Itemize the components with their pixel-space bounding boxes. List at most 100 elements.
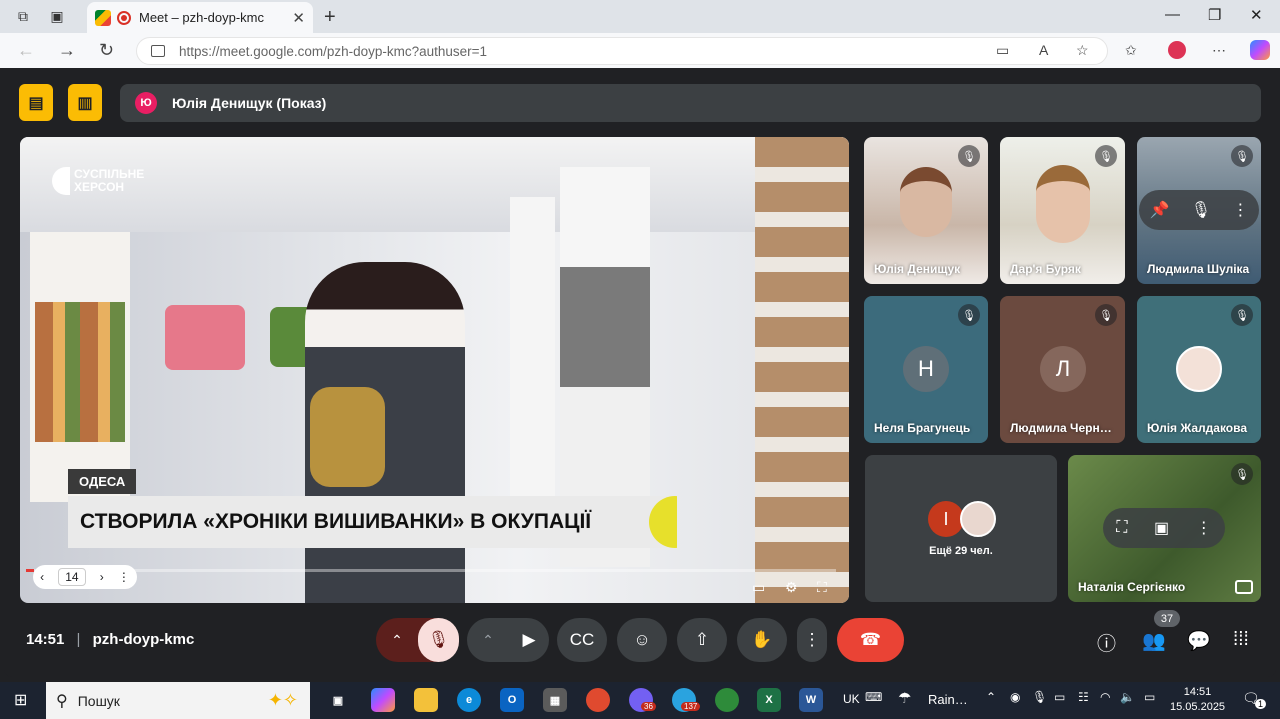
more-participants-tile[interactable]: І Ещё 29 чел.	[865, 455, 1057, 602]
mic-off-button[interactable]: 🎙	[418, 618, 459, 662]
camera-indicator-icon[interactable]: ▭	[996, 42, 1009, 59]
banner-1	[510, 197, 555, 527]
raise-hand-button[interactable]: ✋	[737, 618, 787, 662]
close-tab-icon[interactable]: ✕	[292, 9, 305, 27]
page-number[interactable]: 14	[58, 568, 86, 586]
file-explorer-icon[interactable]	[414, 688, 438, 712]
pip-icon[interactable]	[1235, 580, 1253, 594]
settings-icon[interactable]: ⚙	[785, 579, 798, 596]
edge-icon[interactable]: e	[457, 688, 481, 712]
pin-icon[interactable]: ▣	[1154, 518, 1169, 538]
more-vert-icon[interactable]: ⋮	[1196, 518, 1212, 538]
network-icon[interactable]: ☷	[1078, 690, 1089, 704]
read-aloud-icon[interactable]: A	[1039, 42, 1048, 58]
favorites-icon[interactable]: ✩	[1125, 42, 1137, 59]
workspaces-icon[interactable]: ⧉	[12, 6, 34, 28]
copilot-app-icon[interactable]	[371, 688, 395, 712]
participant-video	[1036, 165, 1090, 243]
word-icon[interactable]: W	[799, 688, 823, 712]
taskbar-search[interactable]: ⚲ Пошук ✦✧	[46, 682, 310, 719]
weather-text[interactable]: Rain…	[928, 692, 968, 707]
leave-call-button[interactable]: ☎	[837, 618, 904, 662]
participant-name: Юлія Жалдакова	[1147, 421, 1248, 435]
more-options-button[interactable]: ⋮	[797, 618, 827, 662]
taskbar-clock[interactable]: 14:51 15.05.2025	[1170, 685, 1225, 715]
weather-icon[interactable]: ☂	[898, 689, 911, 707]
participant-tile[interactable]: Л 🎙 Людмила Черн…	[1000, 296, 1125, 443]
back-button[interactable]: ←	[17, 40, 35, 61]
close-window-button[interactable]: ✕	[1250, 6, 1263, 24]
language-indicator[interactable]: UK	[843, 692, 860, 706]
video-progress[interactable]	[26, 569, 836, 572]
profile-avatar[interactable]	[1168, 41, 1186, 59]
captions-button[interactable]: CC	[557, 618, 607, 662]
copilot-icon[interactable]	[1250, 40, 1270, 60]
logo-line1: СУСПІЛЬНЕ	[74, 167, 145, 181]
captions-icon[interactable]: ▭	[752, 579, 765, 596]
participant-tile[interactable]: Н 🎙 Неля Брагунець	[864, 296, 988, 443]
vertical-tabs-icon[interactable]: ▣	[46, 6, 68, 28]
prev-page-icon[interactable]: ‹	[40, 570, 44, 584]
participant-tile[interactable]: 🎙 Юлія Денищук	[864, 137, 988, 284]
banner-3	[755, 137, 849, 603]
hide-presentation-icon[interactable]: ▤	[19, 84, 53, 121]
audio-group: ⌃ 🎙	[376, 618, 459, 662]
logo-line2: ХЕРСОН	[74, 180, 125, 194]
mic-off-icon: 🎙	[1095, 145, 1117, 167]
participant-avatar: Н	[903, 346, 949, 392]
meeting-details-icon[interactable]: ⓘ	[1097, 629, 1116, 656]
chrome-profile-icon[interactable]	[715, 688, 739, 712]
layout-icon[interactable]: ▥	[68, 84, 102, 121]
refresh-button[interactable]: ↻	[99, 40, 114, 61]
mute-icon[interactable]: 🎙	[1191, 200, 1211, 220]
chrome-icon[interactable]	[586, 688, 610, 712]
forward-button[interactable]: →	[58, 40, 76, 61]
participant-name: Людмила Черн…	[1010, 421, 1112, 435]
emoji-button[interactable]: ☺	[617, 618, 667, 662]
participant-name: Дар'я Буряк	[1010, 262, 1081, 276]
ceiling	[20, 137, 849, 232]
mic-tray-icon[interactable]: 🎙	[1032, 690, 1047, 704]
next-page-icon[interactable]: ›	[100, 570, 104, 584]
minimize-button[interactable]: —	[1165, 6, 1180, 23]
camera-tray-icon[interactable]: ◉	[1010, 690, 1020, 704]
wifi-icon[interactable]: ◠	[1100, 690, 1110, 704]
maximize-button[interactable]: ❐	[1208, 6, 1221, 24]
shirt-pink	[165, 305, 245, 370]
video-options-icon[interactable]: ⌃	[467, 632, 509, 649]
audio-options-icon[interactable]: ⌃	[376, 632, 418, 649]
activities-icon[interactable]: ⁞⁞⁞	[1233, 629, 1249, 651]
camera-button[interactable]: ▶	[509, 630, 549, 650]
settings-more-icon[interactable]: ⋯	[1212, 42, 1226, 59]
new-tab-button[interactable]: +	[324, 6, 336, 29]
keyboard-icon[interactable]: ⌨	[865, 690, 882, 704]
more-vert-icon[interactable]: ⋮	[118, 570, 130, 584]
chat-icon[interactable]: 💬	[1187, 629, 1211, 653]
browser-tab[interactable]: Meet – pzh-doyp-kmc ✕	[87, 2, 313, 33]
volume-icon[interactable]: 🔈	[1120, 690, 1135, 704]
participant-tile[interactable]: 🎙 Дар'я Буряк	[1000, 137, 1125, 284]
people-icon[interactable]: 👥	[1142, 629, 1166, 653]
slide-pager: ‹ 14 › ⋮	[33, 565, 137, 589]
participant-tile[interactable]: 🎙 Юлія Жалдакова	[1137, 296, 1261, 443]
sparkle-icon: ✦✧	[267, 690, 298, 710]
present-button[interactable]: ⇧	[677, 618, 727, 662]
tab-title: Meet – pzh-doyp-kmc	[139, 10, 264, 25]
task-view-icon[interactable]: ▣	[326, 688, 350, 712]
pin-icon[interactable]: 📌	[1150, 200, 1170, 220]
participant-avatar-photo	[1176, 346, 1222, 392]
display-tray-icon[interactable]: ▭	[1054, 690, 1065, 704]
favorite-star-icon[interactable]: ☆	[1076, 42, 1089, 59]
excel-icon[interactable]: X	[757, 688, 781, 712]
frame-person-icon[interactable]: ⛶	[1116, 519, 1127, 537]
mic-off-icon: 🎙	[958, 145, 980, 167]
tray-overflow-icon[interactable]: ⌃	[986, 690, 996, 704]
store-icon[interactable]: ▦	[543, 688, 567, 712]
fullscreen-icon[interactable]: ⛶	[817, 579, 827, 596]
url-field[interactable]: https://meet.google.com/pzh-doyp-kmc?aut…	[136, 37, 1108, 65]
battery-icon[interactable]: ▭	[1144, 690, 1155, 704]
video-group: ⌃ ▶	[467, 618, 549, 662]
start-icon[interactable]: ⊞	[14, 690, 27, 710]
more-vert-icon[interactable]: ⋮	[1232, 200, 1248, 220]
outlook-icon[interactable]: O	[500, 688, 524, 712]
